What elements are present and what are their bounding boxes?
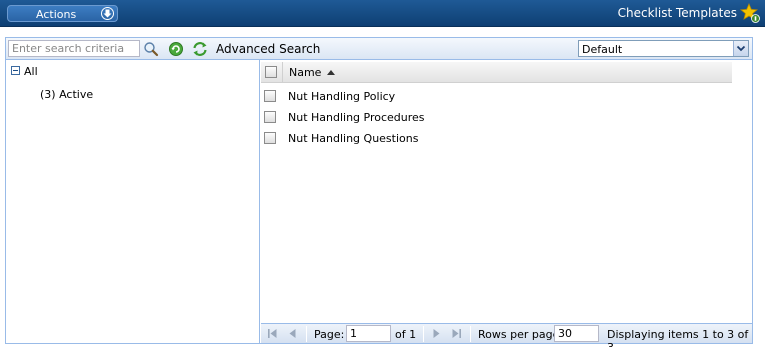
view-select-value: Default [582,43,623,56]
separator [470,326,471,342]
actions-button[interactable]: Actions [7,5,118,22]
templates-grid: Name Nut Handling Policy Nut Handling Pr… [261,60,752,323]
page-label: Page: [314,328,345,341]
rows-per-page-label: Rows per page [478,328,560,341]
page-title: Checklist Templates [617,6,737,20]
reset-search-icon[interactable] [192,41,208,57]
refresh-icon[interactable] [168,41,184,57]
row-checkbox[interactable] [264,111,276,123]
row-checkbox[interactable] [264,132,276,144]
separator [423,326,424,342]
tree-node-all[interactable]: All [24,65,38,78]
table-row[interactable]: Nut Handling Policy [261,87,732,108]
view-select[interactable]: Default [578,40,749,57]
table-row[interactable]: Nut Handling Questions [261,129,732,150]
row-name: Nut Handling Questions [288,132,419,145]
collapse-icon[interactable] [11,66,20,75]
previous-page-icon[interactable] [287,328,298,339]
next-page-icon[interactable] [431,328,442,339]
row-name: Nut Handling Procedures [288,111,425,124]
separator [306,326,307,342]
select-all-cell [261,62,283,83]
main-panel: Advanced Search Default All (3) Active N… [5,37,753,347]
first-page-icon[interactable] [267,328,278,339]
advanced-search-link[interactable]: Advanced Search [216,42,320,56]
last-page-icon[interactable] [451,328,462,339]
grid-header: Name [261,62,732,83]
chevron-down-icon [736,45,746,52]
app-header: Actions Checklist Templates [0,0,765,27]
row-name: Nut Handling Policy [288,90,396,103]
paging-toolbar: Page: of 1 Rows per page Displaying item… [261,323,752,347]
search-icon[interactable] [143,41,159,57]
row-checkbox[interactable] [264,90,276,102]
page-count-label: of 1 [395,328,417,341]
search-input[interactable] [8,40,140,57]
actions-button-label: Actions [36,8,77,21]
arrow-down-icon [101,7,114,20]
page-number-input[interactable] [346,325,391,342]
paging-status: Displaying items 1 to 3 of 3 [607,328,749,347]
tree-node-active[interactable]: (3) Active [40,88,93,101]
search-toolbar: Advanced Search Default [6,38,752,60]
favorite-star-icon[interactable] [740,3,761,24]
table-row[interactable]: Nut Handling Procedures [261,108,732,129]
view-select-dropdown-button[interactable] [733,41,748,56]
category-tree: All (3) Active [6,60,260,343]
rows-per-page-input[interactable] [554,325,599,342]
select-all-checkbox[interactable] [265,66,277,78]
column-header-name[interactable]: Name [289,66,321,79]
sort-ascending-icon [327,70,335,75]
